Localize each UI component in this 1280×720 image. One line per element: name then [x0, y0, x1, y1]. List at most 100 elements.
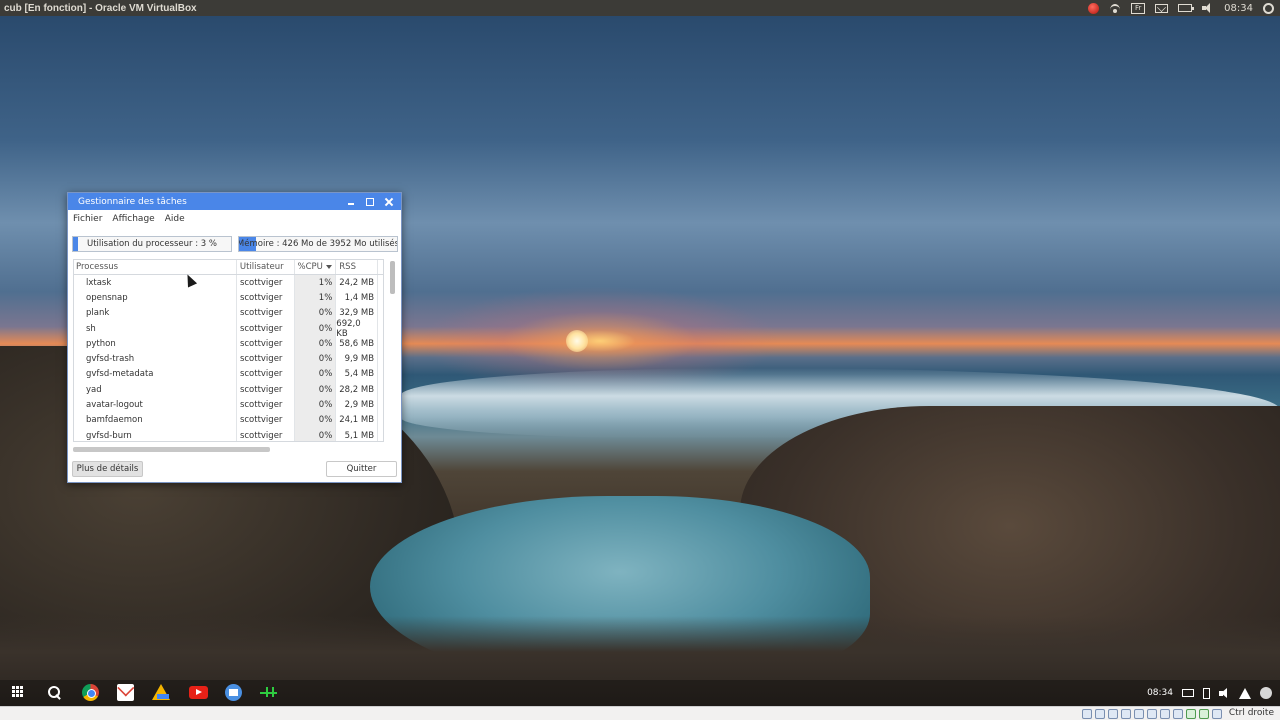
search-icon[interactable]: [46, 684, 63, 701]
menu-affichage[interactable]: Affichage: [112, 214, 154, 224]
network-icon[interactable]: [1121, 709, 1131, 719]
launcher-icon[interactable]: [12, 686, 24, 698]
audio-icon[interactable]: [1108, 709, 1118, 719]
chrome-icon[interactable]: [82, 684, 99, 701]
battery-icon[interactable]: [1178, 4, 1195, 12]
horizontal-scrollbar-thumb[interactable]: [73, 447, 270, 452]
host-system-tray: Fr 08:34: [1088, 0, 1274, 16]
table-row[interactable]: yad scottviger 0% 28,2 MB: [74, 382, 383, 398]
menu-bar: Fichier Affichage Aide: [68, 210, 401, 227]
volume-icon[interactable]: [1219, 687, 1230, 699]
menu-aide[interactable]: Aide: [165, 214, 185, 224]
wifi-icon[interactable]: [1109, 3, 1121, 14]
vertical-scrollbar[interactable]: [389, 259, 396, 442]
files-icon[interactable]: [225, 684, 242, 701]
column-header-cpu-label: %CPU: [297, 262, 323, 272]
cell-rss: 692,0 KB: [336, 319, 379, 339]
cell-rss: 9,9 MB: [336, 351, 379, 367]
task-manager-icon[interactable]: [260, 684, 277, 701]
host-clock[interactable]: 08:34: [1224, 3, 1253, 14]
keyboard-icon[interactable]: [1182, 689, 1194, 697]
cell-overflow: [378, 367, 383, 382]
cell-process: bamfdaemon: [74, 412, 237, 428]
cell-overflow: [378, 413, 383, 428]
column-header-rss[interactable]: RSS: [336, 260, 379, 274]
arrow-icon[interactable]: [1212, 709, 1222, 719]
column-header-user[interactable]: Utilisateur: [237, 260, 295, 274]
cpu-usage-label: Utilisation du processeur : 3 %: [87, 239, 217, 249]
cell-user: scottviger: [237, 412, 295, 428]
cpu-icon[interactable]: [1199, 709, 1209, 719]
cell-process: python: [74, 336, 237, 352]
cell-rss: 1,4 MB: [336, 290, 379, 306]
column-header-cpu[interactable]: %CPU: [294, 260, 337, 274]
table-row[interactable]: opensnap scottviger 1% 1,4 MB: [74, 290, 383, 306]
cell-overflow: [378, 351, 383, 366]
table-row[interactable]: gvfsd-metadata scottviger 0% 5,4 MB: [74, 366, 383, 383]
shelf-clock[interactable]: 08:34: [1147, 688, 1173, 698]
memory-usage-meter: Mémoire : 426 Mo de 3952 Mo utilisés: [238, 236, 398, 252]
cell-process: opensnap: [74, 290, 237, 306]
column-header-process[interactable]: Processus: [74, 260, 237, 274]
cell-cpu: 0%: [294, 427, 337, 441]
settings-gear-icon[interactable]: [1263, 2, 1274, 14]
maximize-icon[interactable]: [366, 197, 374, 206]
cell-cpu: 0%: [294, 320, 337, 337]
cell-cpu: 0%: [294, 366, 337, 383]
battery-icon[interactable]: [1203, 687, 1210, 699]
table-row[interactable]: avatar-logout scottviger 0% 2,9 MB: [74, 397, 383, 413]
horizontal-scrollbar[interactable]: [73, 446, 384, 452]
hdd-icon[interactable]: [1082, 709, 1092, 719]
cell-user: scottviger: [237, 351, 295, 367]
shared-folders-icon[interactable]: [1147, 709, 1157, 719]
cell-process: yad: [74, 382, 237, 398]
cell-cpu: 0%: [294, 397, 337, 413]
virtualbox-status-bar: Ctrl droite: [0, 706, 1280, 720]
keyboard-layout-icon[interactable]: Fr: [1131, 2, 1146, 14]
task-manager-window[interactable]: Gestionnaire des tâches Fichier Affichag…: [67, 192, 402, 483]
cell-cpu: 0%: [294, 382, 337, 398]
cell-cpu: 0%: [294, 412, 337, 428]
cell-overflow: [378, 428, 383, 441]
cell-overflow: [378, 306, 383, 321]
cell-cpu: 1%: [294, 290, 337, 306]
vertical-scrollbar-thumb[interactable]: [390, 261, 395, 294]
mouse-integration-icon[interactable]: [1186, 709, 1196, 719]
table-row[interactable]: sh scottviger 0% 692,0 KB: [74, 319, 383, 339]
cpu-usage-fill: [73, 237, 78, 251]
optical-drive-icon[interactable]: [1095, 709, 1105, 719]
menu-fichier[interactable]: Fichier: [73, 214, 102, 224]
youtube-icon[interactable]: [189, 686, 208, 699]
wifi-icon[interactable]: [1239, 687, 1251, 699]
column-header-overflow: [378, 260, 383, 274]
drive-icon[interactable]: [152, 684, 170, 700]
shelf-status-area[interactable]: 08:34: [1147, 684, 1272, 702]
cell-overflow: [378, 321, 383, 336]
more-details-button[interactable]: Plus de détails: [72, 461, 143, 477]
table-row[interactable]: gvfsd-trash scottviger 0% 9,9 MB: [74, 351, 383, 367]
table-header: Processus Utilisateur %CPU RSS: [74, 260, 383, 275]
table-row[interactable]: gvfsd-burn scottviger 0% 5,1 MB: [74, 427, 383, 441]
cell-rss: 2,9 MB: [336, 397, 379, 413]
record-icon[interactable]: [1088, 2, 1100, 14]
table-row[interactable]: bamfdaemon scottviger 0% 24,1 MB: [74, 412, 383, 428]
window-controls: [347, 193, 393, 210]
cell-overflow: [378, 275, 383, 290]
mail-icon[interactable]: [1155, 3, 1169, 13]
window-titlebar[interactable]: Gestionnaire des tâches: [68, 193, 401, 210]
process-table[interactable]: Processus Utilisateur %CPU RSS lxtask sco…: [73, 259, 384, 442]
video-capture-icon[interactable]: [1173, 709, 1183, 719]
gmail-icon[interactable]: [117, 684, 134, 701]
cell-process: gvfsd-trash: [74, 351, 237, 367]
close-icon[interactable]: [385, 198, 393, 206]
table-row[interactable]: lxtask scottviger 1% 24,2 MB: [74, 275, 383, 291]
cell-user: scottviger: [237, 427, 295, 441]
avatar[interactable]: [1260, 687, 1272, 699]
table-row[interactable]: python scottviger 0% 58,6 MB: [74, 336, 383, 352]
minimize-icon[interactable]: [347, 198, 355, 206]
volume-icon[interactable]: [1202, 3, 1214, 13]
cell-user: scottviger: [237, 366, 295, 383]
display-icon[interactable]: [1160, 709, 1170, 719]
quit-button[interactable]: Quitter: [326, 461, 397, 477]
usb-icon[interactable]: [1134, 709, 1144, 719]
